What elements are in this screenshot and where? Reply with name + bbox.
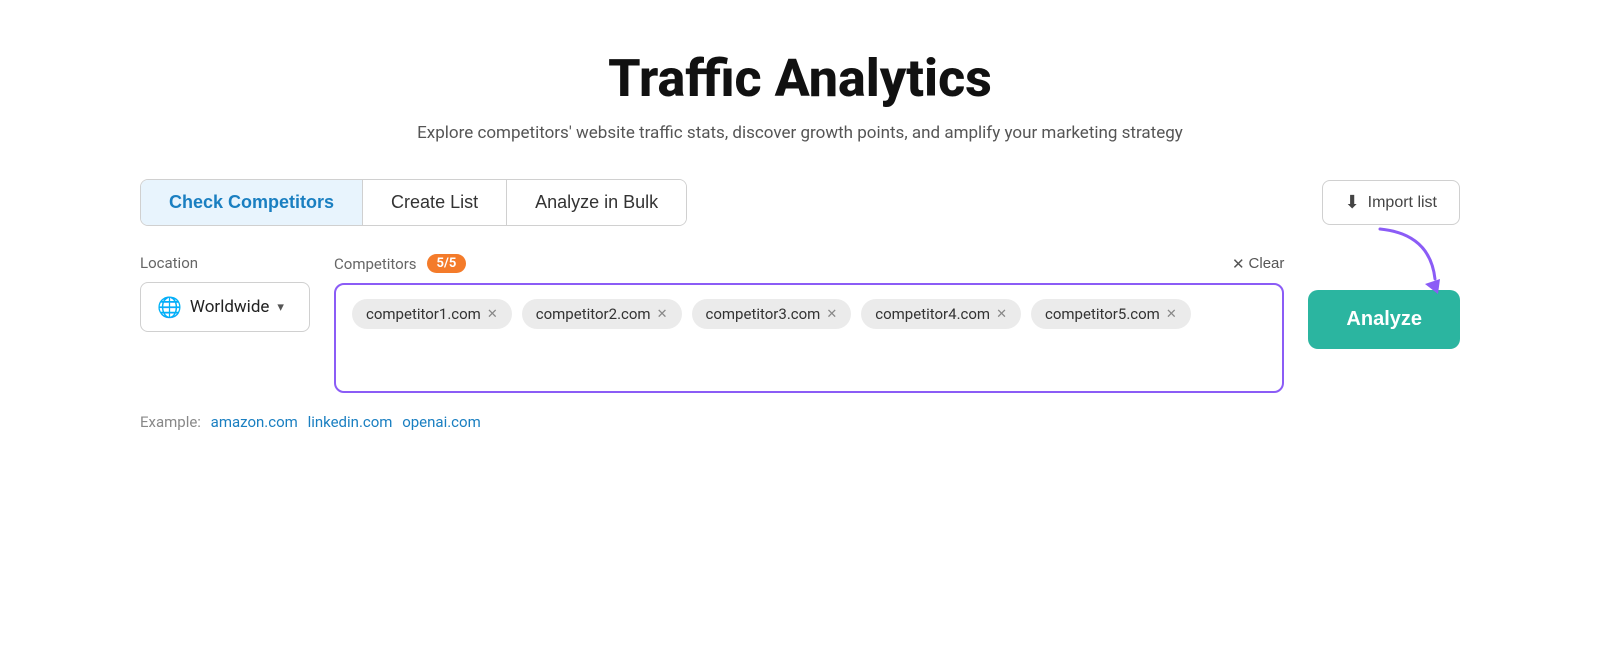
tag-competitor1: competitor1.com ✕ [352, 299, 512, 329]
chevron-down-icon: ▾ [277, 300, 284, 315]
tab-create-list[interactable]: Create List [363, 180, 507, 225]
competitors-badge: 5/5 [427, 254, 467, 273]
tag-competitor5: competitor5.com ✕ [1031, 299, 1191, 329]
example-link-openai[interactable]: openai.com [402, 413, 481, 431]
tag-remove-icon[interactable]: ✕ [996, 307, 1007, 322]
form-row: Location 🌐 Worldwide ▾ Competitors 5/5 ✕… [140, 254, 1460, 393]
tag-remove-icon[interactable]: ✕ [657, 307, 668, 322]
competitors-header: Competitors 5/5 ✕ Clear [334, 254, 1284, 273]
analyze-button[interactable]: Analyze [1308, 290, 1460, 349]
tag-label: competitor3.com [706, 305, 821, 323]
tabs-row: Check Competitors Create List Analyze in… [140, 179, 1460, 226]
tabs-group: Check Competitors Create List Analyze in… [140, 179, 687, 226]
location-value: Worldwide [190, 297, 270, 317]
page-subtitle: Explore competitors' website traffic sta… [417, 123, 1183, 143]
import-list-button[interactable]: ⬇ Import list [1322, 180, 1460, 225]
tag-remove-icon[interactable]: ✕ [1166, 307, 1177, 322]
tag-label: competitor1.com [366, 305, 481, 323]
import-icon: ⬇ [1345, 192, 1360, 213]
example-link-amazon[interactable]: amazon.com [211, 413, 298, 431]
import-label: Import list [1368, 194, 1437, 212]
tag-label: competitor2.com [536, 305, 651, 323]
tag-competitor2: competitor2.com ✕ [522, 299, 682, 329]
page-title: Traffic Analytics [608, 48, 992, 109]
clear-label: Clear [1249, 255, 1285, 272]
competitors-section: Competitors 5/5 ✕ Clear competitor1.com … [334, 254, 1284, 393]
clear-x-icon: ✕ [1232, 255, 1245, 273]
competitors-label: Competitors [334, 255, 417, 273]
tag-label: competitor5.com [1045, 305, 1160, 323]
tab-analyze-in-bulk[interactable]: Analyze in Bulk [507, 180, 686, 225]
tag-competitor4: competitor4.com ✕ [861, 299, 1021, 329]
tag-remove-icon[interactable]: ✕ [487, 307, 498, 322]
analyze-container: Analyze [1308, 254, 1460, 349]
tag-label: competitor4.com [875, 305, 990, 323]
globe-icon: 🌐 [157, 295, 182, 319]
example-link-linkedin[interactable]: linkedin.com [308, 413, 393, 431]
arrow-icon [1370, 224, 1450, 294]
clear-button[interactable]: ✕ Clear [1232, 255, 1284, 273]
location-dropdown[interactable]: 🌐 Worldwide ▾ [140, 282, 310, 332]
competitors-input-box[interactable]: competitor1.com ✕ competitor2.com ✕ comp… [334, 283, 1284, 393]
location-label: Location [140, 254, 310, 272]
main-container: Check Competitors Create List Analyze in… [140, 179, 1460, 431]
examples-prefix: Example: [140, 413, 201, 431]
tag-competitor3: competitor3.com ✕ [692, 299, 852, 329]
tag-remove-icon[interactable]: ✕ [826, 307, 837, 322]
examples-row: Example: amazon.com linkedin.com openai.… [140, 413, 1460, 431]
location-section: Location 🌐 Worldwide ▾ [140, 254, 310, 332]
tab-check-competitors[interactable]: Check Competitors [141, 180, 363, 225]
